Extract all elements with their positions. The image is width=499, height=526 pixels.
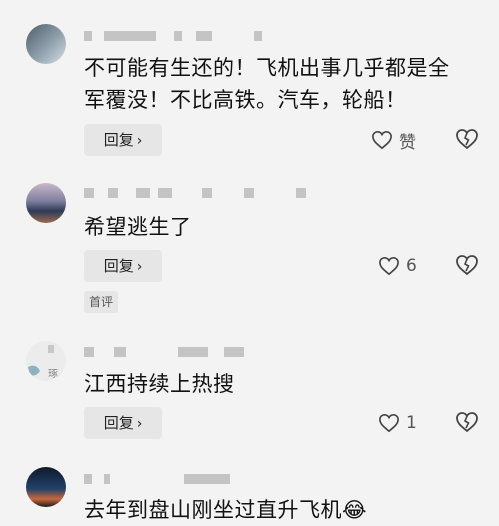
reply-button[interactable]: 回复 › xyxy=(84,250,162,282)
avatar-image: 琢 xyxy=(26,341,66,381)
comment-text: 去年到盘山刚坐过直升飞机😂 xyxy=(84,498,368,522)
reply-button[interactable]: 回复 › xyxy=(84,407,162,439)
first-comment-badge: 首评 xyxy=(84,291,119,313)
chevron-right-icon: › xyxy=(136,133,143,149)
dislike-button[interactable] xyxy=(455,254,479,278)
username-blurred[interactable] xyxy=(84,474,234,484)
chevron-right-icon: › xyxy=(136,259,143,275)
avatar[interactable]: 琢 xyxy=(26,341,66,381)
like-button[interactable]: 1 xyxy=(378,407,417,439)
username-blurred[interactable] xyxy=(84,31,274,41)
reply-button[interactable]: 回复 › xyxy=(84,124,162,156)
broken-heart-icon xyxy=(456,255,478,276)
broken-heart-icon xyxy=(456,412,478,433)
comment-text: 希望逃生了 xyxy=(84,215,192,239)
laughing-emoji: 😂 xyxy=(342,498,368,522)
comment-text: 江西持续上热搜 xyxy=(84,372,235,396)
like-count: 1 xyxy=(406,413,417,433)
like-button[interactable]: 6 xyxy=(378,250,417,282)
avatar[interactable] xyxy=(26,467,66,507)
svg-text:琢: 琢 xyxy=(48,369,58,380)
chevron-right-icon: › xyxy=(136,416,143,432)
dislike-button[interactable] xyxy=(455,128,479,152)
like-label: 赞 xyxy=(399,132,416,153)
like-count: 6 xyxy=(406,256,417,276)
username-blurred[interactable] xyxy=(84,347,244,357)
username-blurred[interactable] xyxy=(84,188,314,198)
avatar[interactable] xyxy=(26,183,66,223)
comment-text: 不可能有生还的！飞机出事几乎都是全 军覆没！不比高铁。汽车，轮船！ xyxy=(84,56,450,112)
broken-heart-icon xyxy=(456,129,478,150)
heart-icon xyxy=(379,256,399,276)
like-button[interactable]: 赞 xyxy=(371,124,416,156)
heart-icon xyxy=(372,130,392,150)
dislike-button[interactable] xyxy=(455,411,479,435)
heart-icon xyxy=(379,413,399,433)
avatar[interactable] xyxy=(26,24,66,64)
